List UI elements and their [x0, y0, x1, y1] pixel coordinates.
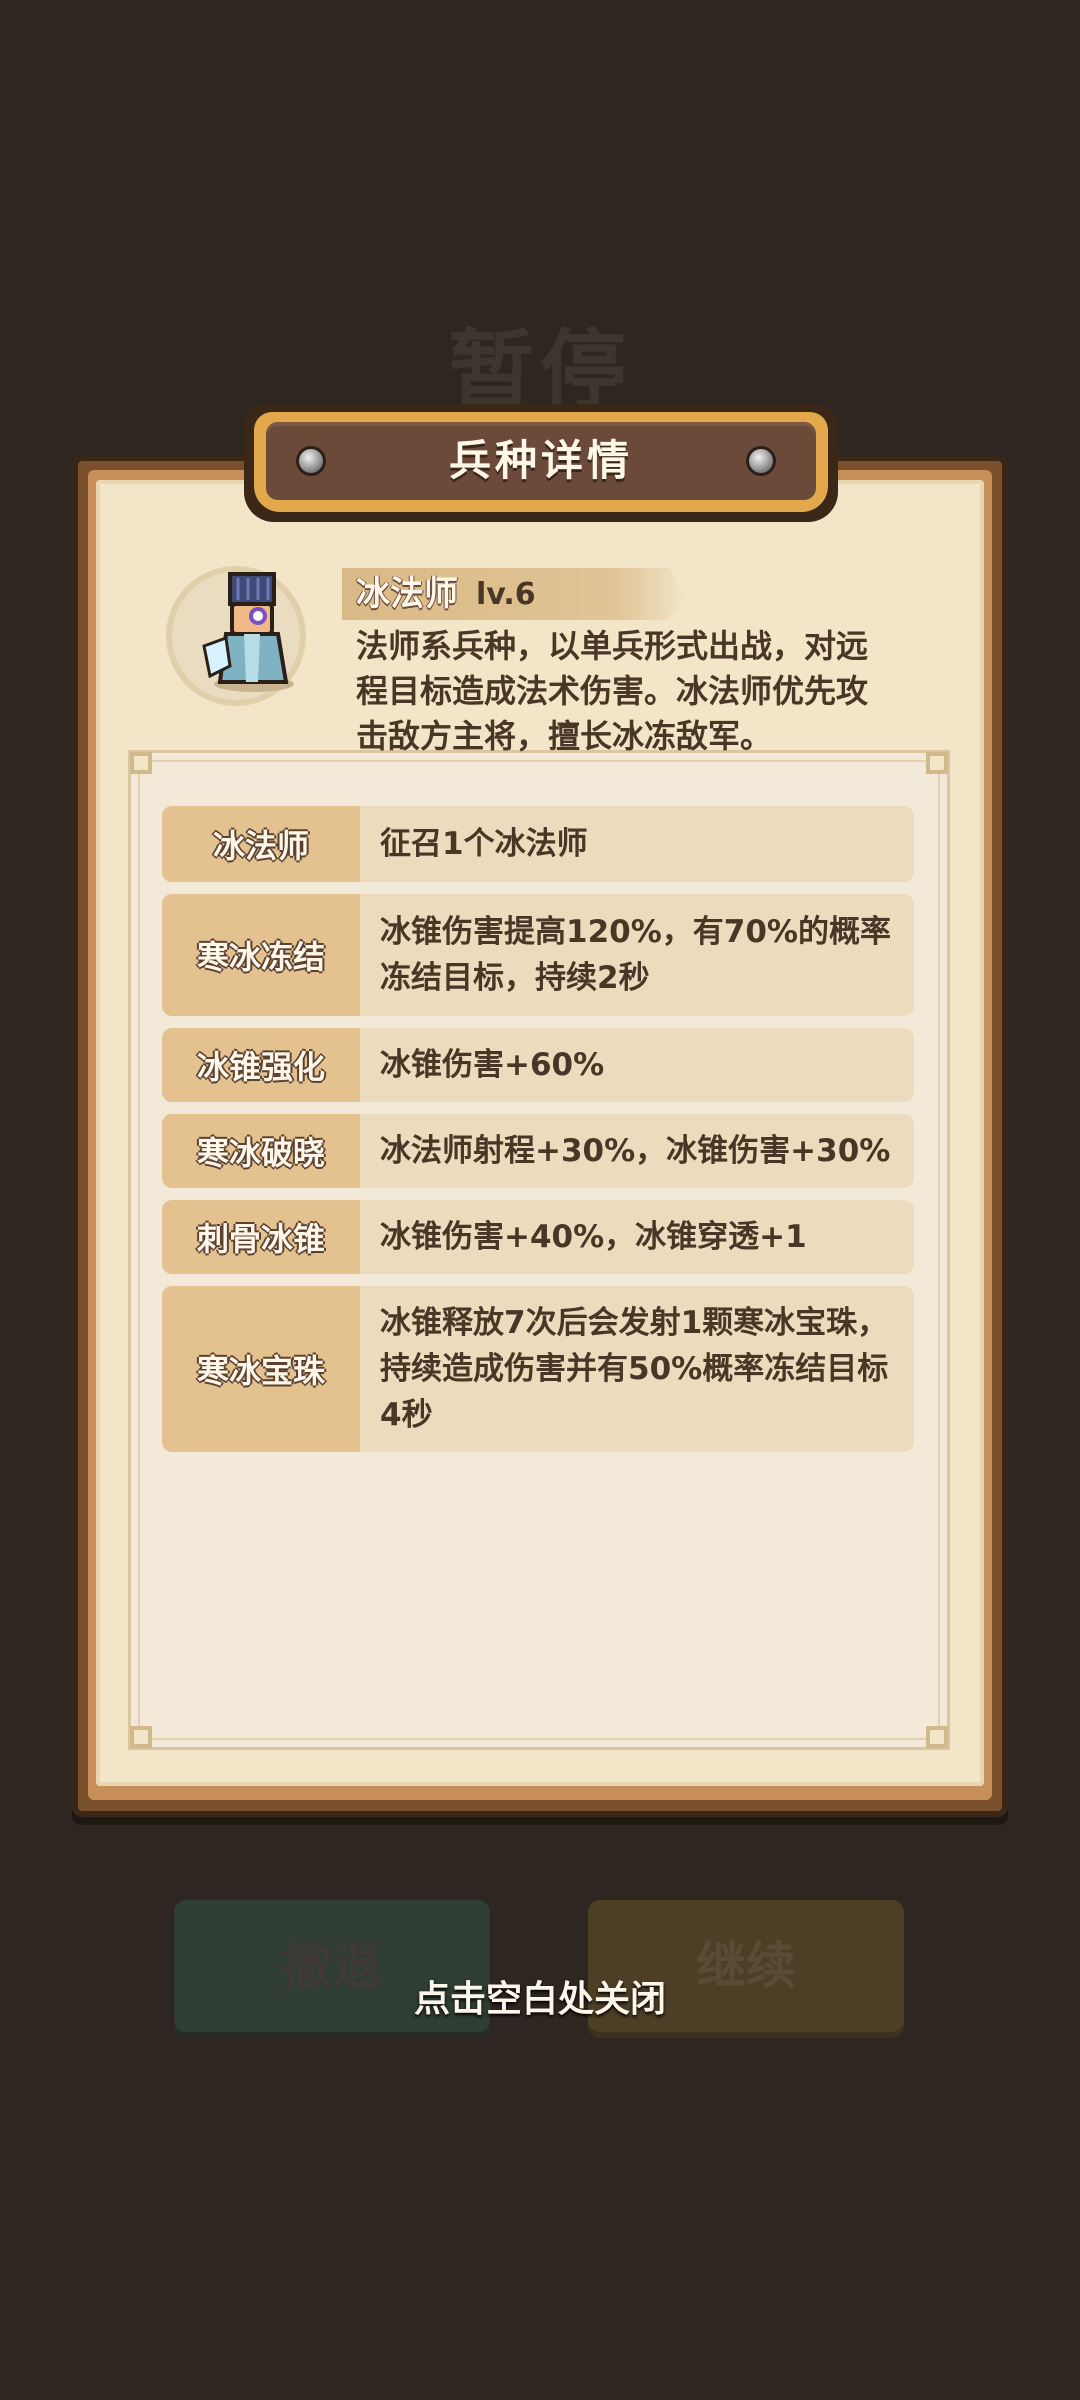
skill-row: 冰锥强化 冰锥伤害+60% [162, 1028, 914, 1102]
corner-ornament [926, 752, 948, 774]
skill-name: 寒冰宝珠 [162, 1286, 360, 1452]
skill-description: 冰锥伤害提高120%，有70%的概率冻结目标，持续2秒 [360, 894, 914, 1016]
skill-table: 冰法师 征召1个冰法师 寒冰冻结 冰锥伤害提高120%，有70%的概率冻结目标，… [162, 806, 914, 1464]
skill-name: 冰法师 [162, 806, 360, 882]
corner-ornament [130, 752, 152, 774]
unit-level: lv.6 [476, 577, 536, 612]
skill-row: 刺骨冰锥 冰锥伤害+40%，冰锥穿透+1 [162, 1200, 914, 1274]
corner-ornament [130, 1726, 152, 1748]
skill-name: 冰锥强化 [162, 1028, 360, 1102]
skill-row: 冰法师 征召1个冰法师 [162, 806, 914, 882]
skill-name: 寒冰冻结 [162, 894, 360, 1016]
close-hint[interactable]: 点击空白处关闭 [0, 1970, 1080, 2022]
skill-row: 寒冰破晓 冰法师射程+30%，冰锥伤害+30% [162, 1114, 914, 1188]
skill-description: 征召1个冰法师 [360, 806, 914, 882]
skill-row: 寒冰宝珠 冰锥释放7次后会发射1颗寒冰宝珠，持续造成伤害并有50%概率冻结目标4… [162, 1286, 914, 1452]
unit-description: 法师系兵种，以单兵形式出战，对远程目标造成法术伤害。冰法师优先攻击敌方主将，擅长… [356, 627, 869, 755]
corner-ornament [926, 1726, 948, 1748]
skill-description: 冰锥伤害+40%，冰锥穿透+1 [360, 1200, 914, 1274]
skill-row: 寒冰冻结 冰锥伤害提高120%，有70%的概率冻结目标，持续2秒 [162, 894, 914, 1016]
skill-description: 冰法师射程+30%，冰锥伤害+30% [360, 1114, 914, 1188]
skill-name: 刺骨冰锥 [162, 1200, 360, 1274]
skill-name: 寒冰破晓 [162, 1114, 360, 1188]
skill-description: 冰锥伤害+60% [360, 1028, 914, 1102]
unit-name: 冰法师 [356, 574, 458, 614]
dialog-title: 兵种详情 [448, 436, 633, 485]
ice-mage-avatar [202, 572, 294, 692]
skill-description: 冰锥释放7次后会发射1颗寒冰宝珠，持续造成伤害并有50%概率冻结目标4秒 [360, 1286, 914, 1452]
